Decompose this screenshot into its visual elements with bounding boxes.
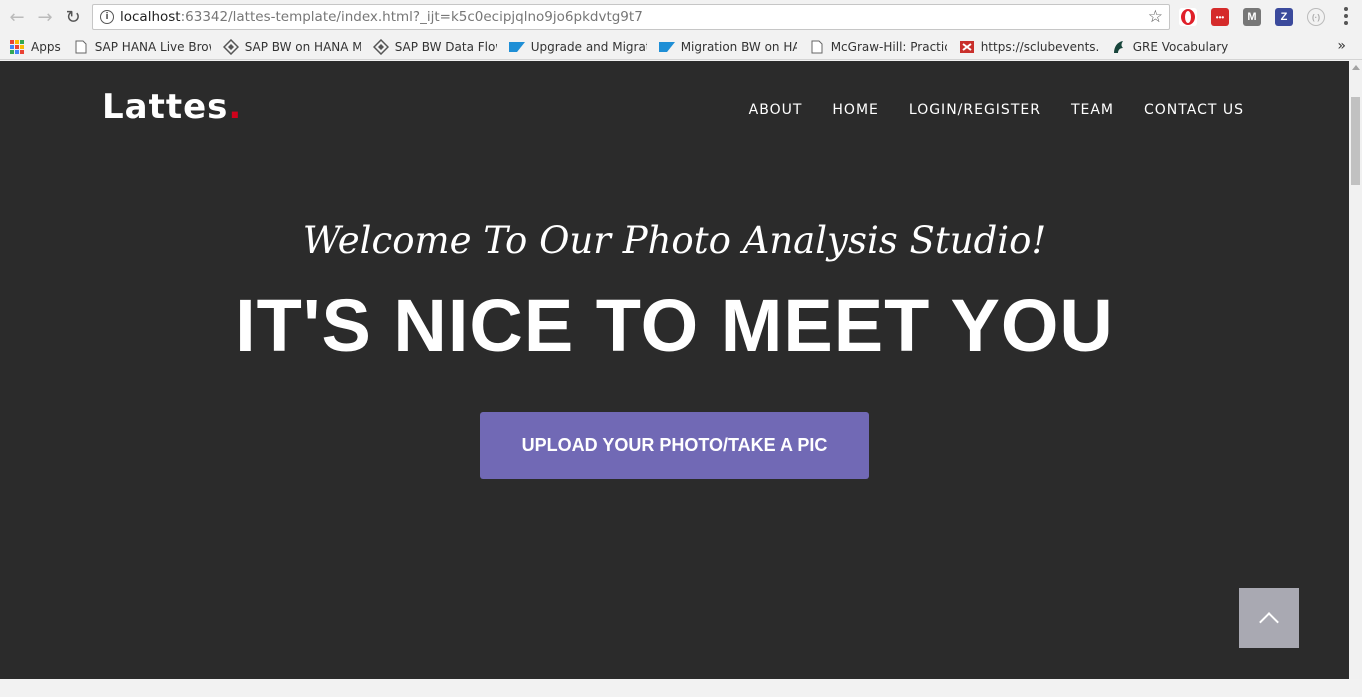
opera-icon[interactable] [1179, 8, 1197, 26]
address-bar[interactable]: i localhost:63342/lattes-template/index.… [92, 4, 1170, 30]
url-path: :63342/lattes-template/index.html?_ijt=k… [180, 9, 643, 25]
reload-button[interactable]: ↻ [62, 6, 84, 28]
zotero-icon[interactable]: Z [1275, 8, 1293, 26]
bookmark-star-icon[interactable]: ☆ [1148, 7, 1163, 27]
page-viewport: Lattes. ABOUT HOME LOGIN/REGISTER TEAM C… [0, 61, 1349, 679]
nav-home[interactable]: HOME [832, 102, 878, 118]
sap-icon [658, 39, 675, 55]
diamond-icon [222, 38, 239, 55]
bookmarks-bar: Apps SAP HANA Live Brow SAP BW on HANA M… [0, 34, 1362, 60]
forward-button[interactable]: → [34, 6, 56, 28]
logo-text: Lattes [102, 87, 229, 127]
spartan-icon [1111, 39, 1127, 55]
page-below-fold [0, 679, 1349, 697]
bookmark-gre-vocabulary[interactable]: GRE Vocabulary [1111, 36, 1228, 58]
logo-dot: . [228, 87, 243, 127]
page-icon [73, 39, 89, 55]
site-logo[interactable]: Lattes. [102, 87, 242, 127]
sap-icon [508, 39, 525, 55]
bookmark-sap-bw-hana[interactable]: SAP BW on HANA M [222, 36, 361, 58]
browser-toolbar: ← → ↻ i localhost:63342/lattes-template/… [0, 0, 1362, 34]
page-scrollbar[interactable] [1349, 61, 1362, 679]
bookmark-sclubevents[interactable]: https://sclubevents.cc [959, 36, 1099, 58]
nav-contact-us[interactable]: CONTACT US [1144, 102, 1244, 118]
nav-about[interactable]: ABOUT [749, 102, 803, 118]
upload-photo-button[interactable]: UPLOAD YOUR PHOTO/TAKE A PIC [480, 412, 869, 479]
welcome-subheading: Welcome To Our Photo Analysis Studio! [302, 219, 1047, 262]
sclub-icon [959, 39, 975, 55]
ring-extension-icon[interactable]: (·) [1307, 8, 1325, 26]
more-bookmarks-button[interactable]: » [1337, 38, 1346, 54]
scroll-up-arrow-icon[interactable] [1352, 65, 1360, 70]
nav-login-register[interactable]: LOGIN/REGISTER [909, 102, 1041, 118]
back-button[interactable]: ← [6, 6, 28, 28]
scrollbar-thumb[interactable] [1351, 97, 1360, 185]
chevron-up-icon [1259, 612, 1279, 632]
diamond-icon [372, 38, 389, 55]
bookmark-mcgraw-hill[interactable]: McGraw-Hill: Practice [809, 36, 947, 58]
bookmark-upgrade-migration[interactable]: Upgrade and Migrati [508, 36, 647, 58]
m-extension-icon[interactable]: M [1243, 8, 1261, 26]
page-icon [809, 39, 825, 55]
apps-grid-icon [9, 39, 25, 55]
scroll-to-top-button[interactable] [1239, 588, 1299, 648]
browser-menu-icon[interactable] [1344, 7, 1348, 25]
nav-team[interactable]: TEAM [1071, 102, 1114, 118]
url-host: localhost [120, 9, 181, 25]
site-nav: ABOUT HOME LOGIN/REGISTER TEAM CONTACT U… [749, 102, 1244, 118]
info-icon[interactable]: i [100, 10, 114, 24]
bookmark-sap-bw-data-flow[interactable]: SAP BW Data Flow [372, 36, 497, 58]
dots-extension-icon[interactable]: ••• [1211, 8, 1229, 26]
bookmark-sap-hana-live[interactable]: SAP HANA Live Brow [73, 36, 211, 58]
bookmark-apps[interactable]: Apps [9, 36, 61, 58]
hero-headline: IT'S NICE TO MEET YOU [235, 284, 1114, 367]
bookmark-migration-bw[interactable]: Migration BW on HA [658, 36, 797, 58]
